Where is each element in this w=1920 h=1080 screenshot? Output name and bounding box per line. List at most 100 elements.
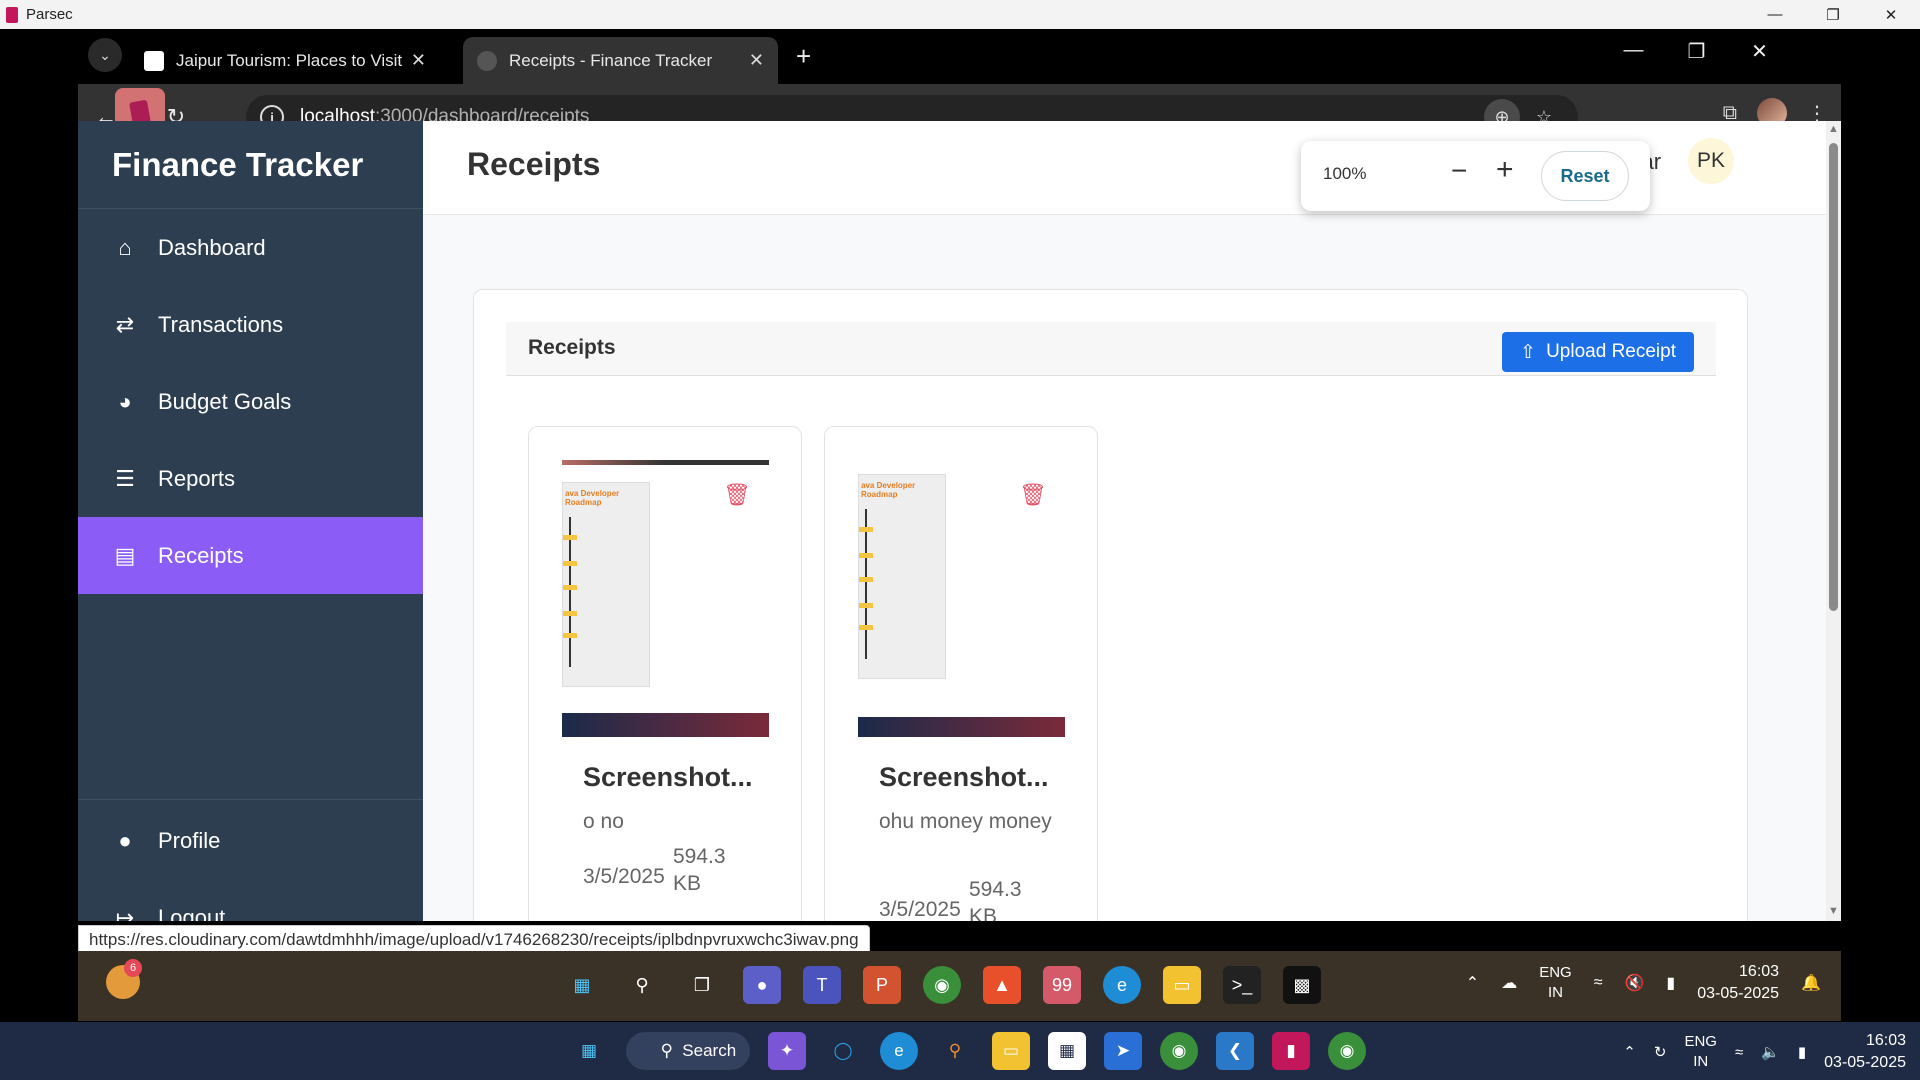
search-app-icon[interactable]: ⚲ <box>936 1032 974 1070</box>
language-indicator[interactable]: ENG IN <box>1539 963 1572 1003</box>
avatar[interactable]: PK <box>1688 138 1734 184</box>
sidebar-item-profile[interactable]: ● Profile <box>78 802 423 879</box>
receipt-date: 3/5/2025 <box>879 898 961 921</box>
new-tab-button[interactable]: + <box>796 41 811 72</box>
copilot-icon[interactable]: ✦ <box>768 1032 806 1070</box>
sidebar-item-budget-goals[interactable]: ◕ Budget Goals <box>78 363 423 440</box>
scroll-up-icon[interactable]: ▲ <box>1828 123 1839 135</box>
sidebar-item-label: Reports <box>158 465 236 491</box>
notifications-icon[interactable]: 🔔 <box>1801 973 1821 993</box>
browser-restore-button[interactable]: ❐ <box>1665 39 1728 64</box>
wifi-icon[interactable]: ≈ <box>1594 974 1603 992</box>
battery-icon[interactable]: ▮ <box>1798 1043 1806 1061</box>
vscode-icon[interactable]: ❮ <box>1216 1032 1254 1070</box>
pie-chart-icon: ◕ <box>118 388 132 414</box>
taskbar-search[interactable]: ⚲ Search <box>626 1032 750 1070</box>
language-indicator[interactable]: ENG IN <box>1684 1032 1717 1072</box>
sidebar-item-dashboard[interactable]: ⌂ Dashboard <box>78 209 423 286</box>
tab-title: Jaipur Tourism: Places to Visit, S <box>176 50 403 70</box>
home-icon: ⌂ <box>118 234 132 260</box>
lang-top: ENG <box>1684 1033 1717 1050</box>
page-scrollbar[interactable]: ▲ ▼ <box>1826 121 1841 921</box>
tab-jaipur-tourism[interactable]: Jaipur Tourism: Places to Visit, S ✕ <box>130 37 440 84</box>
close-tab-icon[interactable]: ✕ <box>411 50 426 71</box>
file-explorer-icon[interactable]: ▭ <box>992 1032 1030 1070</box>
volume-icon[interactable]: 🔈 <box>1761 1043 1780 1061</box>
sidebar-item-receipts[interactable]: ▤ Receipts <box>78 517 423 594</box>
onedrive-icon[interactable]: ☁ <box>1501 973 1517 993</box>
wifi-icon[interactable]: ≈ <box>1735 1044 1743 1061</box>
zoom-in-button[interactable]: + <box>1496 153 1514 187</box>
user-icon: ● <box>118 827 132 853</box>
receipt-date: 3/5/2025 <box>583 865 665 888</box>
sidebar-item-logout[interactable]: ↦ Logout <box>78 879 423 922</box>
zoom-popup: 100% − + Reset <box>1301 141 1650 211</box>
clock-date: 03-05-2025 <box>1824 1054 1906 1071</box>
tab-strip: ⌄ Jaipur Tourism: Places to Visit, S ✕ R… <box>78 29 1841 84</box>
tab-receipts[interactable]: Receipts - Finance Tracker ✕ <box>463 37 778 84</box>
show-hidden-icons-icon[interactable]: ⌃ <box>1466 973 1479 993</box>
zoom-reset-button[interactable]: Reset <box>1541 151 1629 201</box>
telegram-icon[interactable]: 99 <box>1043 966 1081 1004</box>
receipt-card[interactable]: ava Developer Roadmap 🗑 Screenshot... o … <box>528 426 802 921</box>
clock-time: 16:03 <box>1865 1032 1906 1049</box>
app-blue-icon[interactable]: ➤ <box>1104 1032 1142 1070</box>
receipt-card[interactable]: ava Developer Roadmap 🗑 Screenshot... oh… <box>824 426 1098 921</box>
clock[interactable]: 16:03 03-05-2025 <box>1697 961 1779 1005</box>
clock[interactable]: 16:03 03-05-2025 <box>1824 1030 1906 1074</box>
cortana-icon[interactable]: ◯ <box>824 1032 862 1070</box>
brave-icon[interactable]: ▲ <box>983 966 1021 1004</box>
receipt-name: Screenshot... <box>583 762 753 792</box>
upload-receipt-button[interactable]: ⇧ Upload Receipt <box>1502 332 1694 372</box>
parsec-maximize-button[interactable]: ❐ <box>1804 0 1862 29</box>
teams-icon[interactable]: T <box>803 966 841 1004</box>
chevron-down-icon: ⌄ <box>99 46 111 63</box>
zoom-out-button[interactable]: − <box>1451 155 1467 187</box>
sidebar-item-label: Profile <box>158 827 221 853</box>
delete-trash-icon[interactable]: 🗑 <box>1019 482 1047 508</box>
store-icon[interactable]: ▦ <box>1048 1032 1086 1070</box>
browser-close-button[interactable]: ✕ <box>1728 39 1791 64</box>
browser-minimize-button[interactable]: — <box>1602 39 1665 64</box>
scroll-down-icon[interactable]: ▼ <box>1828 905 1839 917</box>
sidebar-item-transactions[interactable]: ⇄ Transactions <box>78 286 423 363</box>
powerpoint-icon[interactable]: P <box>863 966 901 1004</box>
meet-icon[interactable]: ● <box>743 966 781 1004</box>
windows-start-icon[interactable]: ▦ <box>563 966 601 1004</box>
lang-bottom: IN <box>1547 984 1563 1001</box>
show-hidden-icons-icon[interactable]: ⌃ <box>1623 1043 1636 1061</box>
receipt-description: o no <box>583 810 624 833</box>
terminal-icon[interactable]: >_ <box>1223 966 1261 1004</box>
edge-icon[interactable]: e <box>880 1032 918 1070</box>
chrome-alt-icon[interactable]: ◉ <box>1328 1032 1366 1070</box>
file-explorer-icon[interactable]: ▭ <box>1163 966 1201 1004</box>
receipt-size-value: 594.3 <box>673 845 726 868</box>
parsec-minimize-button[interactable]: — <box>1746 0 1804 29</box>
clock-time: 16:03 <box>1739 963 1780 980</box>
parsec-close-button[interactable]: ✕ <box>1862 0 1920 29</box>
sidebar-item-label: Dashboard <box>158 234 266 260</box>
zoom-level: 100% <box>1323 164 1367 183</box>
sync-icon[interactable]: ↻ <box>1654 1043 1667 1061</box>
close-tab-icon[interactable]: ✕ <box>749 50 764 71</box>
edge-icon[interactable]: e <box>1103 966 1141 1004</box>
receipts-card: Receipts ⇧ Upload Receipt ava Developer … <box>473 289 1748 921</box>
sidebar-item-reports[interactable]: ☰ Reports <box>78 440 423 517</box>
delete-trash-icon[interactable]: 🗑 <box>723 482 751 508</box>
sidebar-item-label: Logout <box>158 904 226 922</box>
scroll-thumb[interactable] <box>1829 143 1838 611</box>
chrome-icon[interactable]: ◉ <box>923 966 961 1004</box>
search-icon[interactable]: ⚲ <box>623 966 661 1004</box>
chrome-icon[interactable]: ◉ <box>1160 1032 1198 1070</box>
app-box-icon[interactable]: ▩ <box>1283 966 1321 1004</box>
page-title: Receipts <box>467 146 601 182</box>
parsec-icon[interactable]: ▮ <box>1272 1032 1310 1070</box>
weather-badge: 6 <box>124 959 142 977</box>
tab-search-button[interactable]: ⌄ <box>88 38 122 72</box>
volume-muted-icon[interactable]: 🔇 <box>1625 973 1645 993</box>
sidebar: Finance Tracker ⌂ Dashboard ⇄ Transactio… <box>78 121 423 921</box>
battery-icon[interactable]: ▮ <box>1666 973 1675 993</box>
thumbnail-title: ava Developer Roadmap <box>565 489 620 507</box>
windows-start-icon[interactable]: ▦ <box>570 1032 608 1070</box>
task-view-icon[interactable]: ❐ <box>683 966 721 1004</box>
